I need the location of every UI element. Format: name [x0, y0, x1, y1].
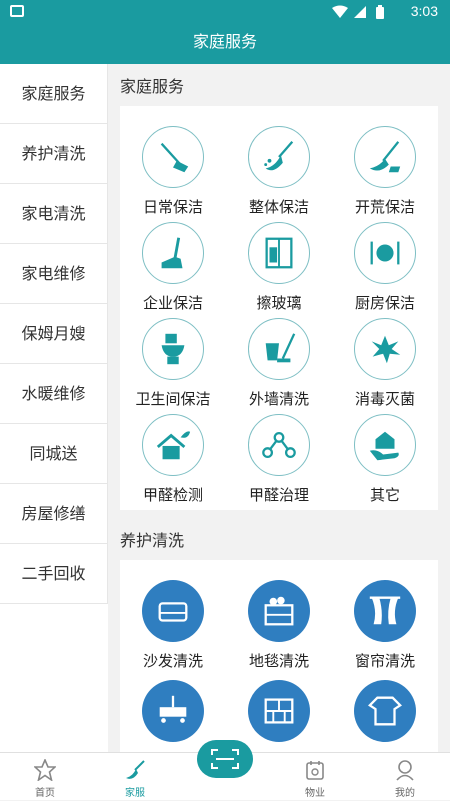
service-carpet-cleaning[interactable]: 地毯清洗 — [226, 580, 332, 680]
image-notification-icon — [10, 5, 24, 17]
star-home-icon — [34, 759, 56, 781]
tab-label: 我的 — [395, 788, 415, 799]
tab-home-service[interactable]: 家服 — [90, 753, 180, 801]
service-card: 日常保洁 整体保洁 开荒保洁 企业保洁 擦玻璃 厨房保洁 卫生间保洁 外墙清洗 … — [120, 106, 438, 510]
sidebar-item-family-service[interactable]: 家庭服务 — [0, 64, 108, 124]
scan-button[interactable] — [197, 740, 253, 778]
page-title: 家庭服务 — [0, 24, 450, 64]
sofa-icon — [158, 602, 188, 622]
service-label: 擦玻璃 — [256, 294, 302, 312]
service-disinfection[interactable]: 消毒灭菌 — [332, 318, 438, 414]
sidebar-item-house-repair[interactable]: 房屋修缮 — [0, 484, 108, 544]
tab-mine[interactable]: 我的 — [360, 753, 450, 801]
plate-cutlery-icon — [370, 241, 400, 265]
hand-house-icon — [369, 431, 399, 461]
service-formaldehyde-treat[interactable]: 甲醛治理 — [226, 414, 332, 510]
tab-home[interactable]: 首页 — [0, 753, 90, 801]
section-title: 养护清洗 — [120, 531, 185, 550]
curtain-icon — [369, 596, 401, 625]
service-label: 卫生间保洁 — [135, 390, 211, 408]
sidebar-item-plumbing[interactable]: 水暖维修 — [0, 364, 108, 424]
service-label: 地毯清洗 — [248, 652, 309, 670]
service-label: 窗帘清洗 — [354, 652, 415, 670]
service-formaldehyde-test[interactable]: 甲醛检测 — [120, 414, 226, 510]
garment-icon — [368, 696, 402, 726]
tab-label: 物业 — [305, 788, 325, 799]
house-leaf-icon — [156, 431, 191, 460]
tab-label: 首页 — [35, 788, 55, 799]
user-icon — [396, 760, 414, 781]
service-kitchen-cleaning[interactable]: 厨房保洁 — [332, 222, 438, 318]
sidebar-item-city-delivery[interactable]: 同城送 — [0, 424, 108, 484]
floor-scrubber-icon — [161, 237, 183, 269]
sidebar-item-recycling[interactable]: 二手回收 — [0, 544, 108, 604]
service-label: 整体保洁 — [248, 198, 309, 216]
section-title: 家庭服务 — [120, 77, 185, 96]
service-label: 沙发清洗 — [142, 652, 203, 670]
service-bathroom-cleaning[interactable]: 卫生间保洁 — [120, 318, 226, 414]
sidebar-item-appliance-cleaning[interactable]: 家电清洗 — [0, 184, 108, 244]
sidebar-item-nanny[interactable]: 保姆月嫂 — [0, 304, 108, 364]
service-move-in-cleaning[interactable]: 开荒保洁 — [332, 126, 438, 222]
status-icons — [332, 5, 384, 19]
sweep-icon — [369, 141, 401, 173]
service-card: 沙发清洗 地毯清洗 窗帘清洗 — [120, 560, 438, 752]
tab-label: 家服 — [125, 788, 145, 799]
clock: 3:03 — [410, 3, 438, 19]
laundry-basket-icon — [264, 596, 294, 626]
service-label: 消毒灭菌 — [354, 390, 415, 408]
service-label: 其它 — [369, 486, 400, 504]
service-label: 外墙清洗 — [248, 390, 309, 408]
service-other[interactable]: 其它 — [332, 414, 438, 510]
scan-icon — [211, 749, 239, 769]
window-icon — [265, 237, 293, 269]
service-curtain-cleaning[interactable]: 窗帘清洗 — [332, 580, 438, 680]
tiles-icon — [264, 698, 294, 724]
service-label: 甲醛检测 — [142, 486, 203, 504]
service-exterior-wall[interactable]: 外墙清洗 — [226, 318, 332, 414]
germ-icon — [371, 335, 401, 364]
service-label: 甲醛治理 — [248, 486, 309, 504]
status-bar: 3:03 — [0, 0, 450, 24]
toilet-icon — [161, 333, 185, 365]
sidebar-item-appliance-repair[interactable]: 家电维修 — [0, 244, 108, 304]
broom-icon — [264, 141, 294, 171]
service-enterprise-cleaning[interactable]: 企业保洁 — [120, 222, 226, 318]
service-label: 日常保洁 — [142, 198, 203, 216]
service-daily-cleaning[interactable]: 日常保洁 — [120, 126, 226, 222]
service-label: 厨房保洁 — [354, 294, 415, 312]
service-content: 家庭服务 日常保洁 整体保洁 开荒保洁 企业保洁 擦玻璃 厨房保洁 卫生间保洁 … — [108, 64, 450, 752]
broom-icon — [126, 760, 145, 779]
tab-property[interactable]: 物业 — [270, 753, 360, 801]
calendar-icon — [306, 761, 324, 780]
molecule-icon — [262, 431, 296, 459]
service-whole-cleaning[interactable]: 整体保洁 — [226, 126, 332, 222]
mop-icon — [160, 142, 189, 173]
cleaning-machine-icon — [159, 695, 187, 723]
category-sidebar: 家庭服务 养护清洗 家电清洗 家电维修 保姆月嫂 水暖维修 同城送 房屋修缮 二… — [0, 64, 108, 752]
service-sofa-cleaning[interactable]: 沙发清洗 — [120, 580, 226, 680]
service-garment-cleaning[interactable] — [332, 680, 438, 752]
bucket-icon — [265, 333, 296, 363]
sidebar-item-care-cleaning[interactable]: 养护清洗 — [0, 124, 108, 184]
service-label: 开荒保洁 — [354, 198, 415, 216]
service-window-cleaning[interactable]: 擦玻璃 — [226, 222, 332, 318]
service-label: 企业保洁 — [142, 294, 203, 312]
